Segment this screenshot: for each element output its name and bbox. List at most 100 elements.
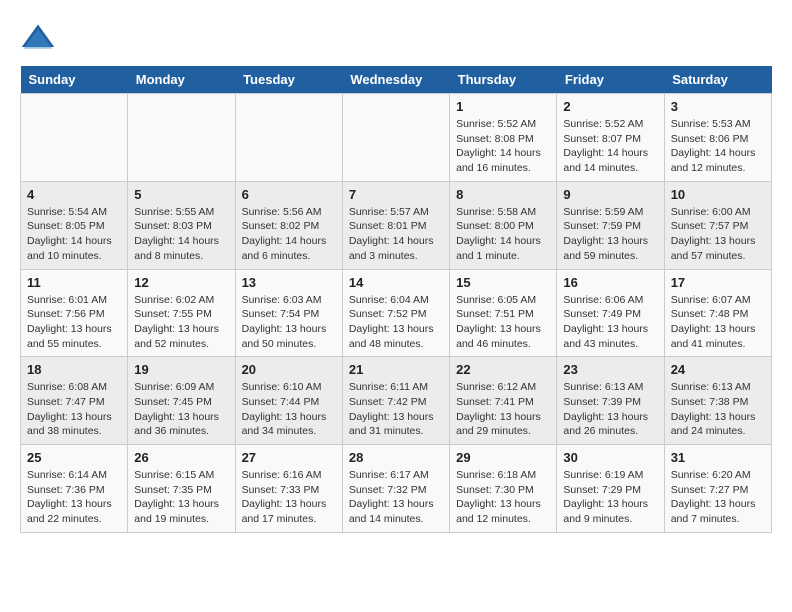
day-info: Sunrise: 6:18 AM Sunset: 7:30 PM Dayligh… <box>456 468 550 527</box>
weekday-header-monday: Monday <box>128 66 235 94</box>
day-cell: 31 Sunrise: 6:20 AM Sunset: 7:27 PM Dayli… <box>664 445 771 533</box>
day-cell: 29 Sunrise: 6:18 AM Sunset: 7:30 PM Dayli… <box>450 445 557 533</box>
logo-icon <box>20 20 56 56</box>
day-number: 20 <box>242 362 336 377</box>
day-cell: 6 Sunrise: 5:56 AM Sunset: 8:02 PM Daylig… <box>235 181 342 269</box>
day-number: 5 <box>134 187 228 202</box>
day-cell: 30Sunrise: 6:19 AM Sunset: 7:29 PM Dayli… <box>557 445 664 533</box>
day-number: 14 <box>349 275 443 290</box>
day-cell: 16 Sunrise: 6:06 AM Sunset: 7:49 PM Dayli… <box>557 269 664 357</box>
day-info: Sunrise: 6:20 AM Sunset: 7:27 PM Dayligh… <box>671 468 765 527</box>
day-cell: 19Sunrise: 6:09 AM Sunset: 7:45 PM Dayli… <box>128 357 235 445</box>
day-info: Sunrise: 6:13 AM Sunset: 7:39 PM Dayligh… <box>563 380 657 439</box>
day-cell: 9 Sunrise: 5:59 AM Sunset: 7:59 PM Daylig… <box>557 181 664 269</box>
day-number: 3 <box>671 99 765 114</box>
day-info: Sunrise: 6:04 AM Sunset: 7:52 PM Dayligh… <box>349 293 443 352</box>
day-number: 17 <box>671 275 765 290</box>
day-info: Sunrise: 5:56 AM Sunset: 8:02 PM Dayligh… <box>242 205 336 264</box>
day-number: 9 <box>563 187 657 202</box>
day-number: 6 <box>242 187 336 202</box>
day-cell <box>235 94 342 182</box>
day-cell: 8Sunrise: 5:58 AM Sunset: 8:00 PM Daylig… <box>450 181 557 269</box>
week-row-3: 11Sunrise: 6:01 AM Sunset: 7:56 PM Dayli… <box>21 269 772 357</box>
page-header <box>20 20 772 56</box>
day-info: Sunrise: 5:55 AM Sunset: 8:03 PM Dayligh… <box>134 205 228 264</box>
day-cell: 21 Sunrise: 6:11 AM Sunset: 7:42 PM Dayli… <box>342 357 449 445</box>
day-cell: 14 Sunrise: 6:04 AM Sunset: 7:52 PM Dayli… <box>342 269 449 357</box>
day-info: Sunrise: 6:16 AM Sunset: 7:33 PM Dayligh… <box>242 468 336 527</box>
day-number: 23 <box>563 362 657 377</box>
day-cell: 22Sunrise: 6:12 AM Sunset: 7:41 PM Dayli… <box>450 357 557 445</box>
day-cell: 26 Sunrise: 6:15 AM Sunset: 7:35 PM Dayli… <box>128 445 235 533</box>
day-number: 7 <box>349 187 443 202</box>
day-info: Sunrise: 6:02 AM Sunset: 7:55 PM Dayligh… <box>134 293 228 352</box>
day-number: 19 <box>134 362 228 377</box>
weekday-header-tuesday: Tuesday <box>235 66 342 94</box>
day-cell: 28Sunrise: 6:17 AM Sunset: 7:32 PM Dayli… <box>342 445 449 533</box>
day-cell: 4 Sunrise: 5:54 AM Sunset: 8:05 PM Daylig… <box>21 181 128 269</box>
calendar-table: SundayMondayTuesdayWednesdayThursdayFrid… <box>20 66 772 533</box>
day-number: 21 <box>349 362 443 377</box>
weekday-header-friday: Friday <box>557 66 664 94</box>
weekday-header-row: SundayMondayTuesdayWednesdayThursdayFrid… <box>21 66 772 94</box>
day-info: Sunrise: 6:08 AM Sunset: 7:47 PM Dayligh… <box>27 380 121 439</box>
weekday-header-wednesday: Wednesday <box>342 66 449 94</box>
weekday-header-thursday: Thursday <box>450 66 557 94</box>
day-cell: 12 Sunrise: 6:02 AM Sunset: 7:55 PM Dayli… <box>128 269 235 357</box>
day-number: 4 <box>27 187 121 202</box>
day-info: Sunrise: 5:53 AM Sunset: 8:06 PM Dayligh… <box>671 117 765 176</box>
day-info: Sunrise: 6:07 AM Sunset: 7:48 PM Dayligh… <box>671 293 765 352</box>
week-row-4: 18 Sunrise: 6:08 AM Sunset: 7:47 PM Dayli… <box>21 357 772 445</box>
day-cell: 23 Sunrise: 6:13 AM Sunset: 7:39 PM Dayli… <box>557 357 664 445</box>
day-info: Sunrise: 5:57 AM Sunset: 8:01 PM Dayligh… <box>349 205 443 264</box>
day-number: 27 <box>242 450 336 465</box>
day-number: 18 <box>27 362 121 377</box>
day-info: Sunrise: 6:05 AM Sunset: 7:51 PM Dayligh… <box>456 293 550 352</box>
day-cell: 24 Sunrise: 6:13 AM Sunset: 7:38 PM Dayli… <box>664 357 771 445</box>
day-info: Sunrise: 6:11 AM Sunset: 7:42 PM Dayligh… <box>349 380 443 439</box>
day-number: 25 <box>27 450 121 465</box>
day-number: 16 <box>563 275 657 290</box>
day-info: Sunrise: 5:52 AM Sunset: 8:07 PM Dayligh… <box>563 117 657 176</box>
day-info: Sunrise: 6:10 AM Sunset: 7:44 PM Dayligh… <box>242 380 336 439</box>
day-cell: 17 Sunrise: 6:07 AM Sunset: 7:48 PM Dayli… <box>664 269 771 357</box>
day-info: Sunrise: 6:13 AM Sunset: 7:38 PM Dayligh… <box>671 380 765 439</box>
day-cell: 7 Sunrise: 5:57 AM Sunset: 8:01 PM Daylig… <box>342 181 449 269</box>
day-cell: 25 Sunrise: 6:14 AM Sunset: 7:36 PM Dayli… <box>21 445 128 533</box>
weekday-header-sunday: Sunday <box>21 66 128 94</box>
week-row-1: 1Sunrise: 5:52 AM Sunset: 8:08 PM Daylig… <box>21 94 772 182</box>
day-number: 10 <box>671 187 765 202</box>
day-number: 15 <box>456 275 550 290</box>
day-info: Sunrise: 5:59 AM Sunset: 7:59 PM Dayligh… <box>563 205 657 264</box>
day-cell: 10 Sunrise: 6:00 AM Sunset: 7:57 PM Dayli… <box>664 181 771 269</box>
day-cell <box>128 94 235 182</box>
day-number: 13 <box>242 275 336 290</box>
day-cell: 20 Sunrise: 6:10 AM Sunset: 7:44 PM Dayli… <box>235 357 342 445</box>
day-number: 12 <box>134 275 228 290</box>
day-number: 11 <box>27 275 121 290</box>
day-number: 28 <box>349 450 443 465</box>
day-info: Sunrise: 5:52 AM Sunset: 8:08 PM Dayligh… <box>456 117 550 176</box>
day-info: Sunrise: 6:00 AM Sunset: 7:57 PM Dayligh… <box>671 205 765 264</box>
day-number: 29 <box>456 450 550 465</box>
week-row-5: 25 Sunrise: 6:14 AM Sunset: 7:36 PM Dayli… <box>21 445 772 533</box>
day-info: Sunrise: 6:15 AM Sunset: 7:35 PM Dayligh… <box>134 468 228 527</box>
day-info: Sunrise: 5:54 AM Sunset: 8:05 PM Dayligh… <box>27 205 121 264</box>
day-info: Sunrise: 6:06 AM Sunset: 7:49 PM Dayligh… <box>563 293 657 352</box>
day-info: Sunrise: 6:03 AM Sunset: 7:54 PM Dayligh… <box>242 293 336 352</box>
day-cell <box>342 94 449 182</box>
day-number: 30 <box>563 450 657 465</box>
day-cell: 3 Sunrise: 5:53 AM Sunset: 8:06 PM Daylig… <box>664 94 771 182</box>
day-number: 31 <box>671 450 765 465</box>
weekday-header-saturday: Saturday <box>664 66 771 94</box>
day-info: Sunrise: 6:12 AM Sunset: 7:41 PM Dayligh… <box>456 380 550 439</box>
day-cell: 2Sunrise: 5:52 AM Sunset: 8:07 PM Daylig… <box>557 94 664 182</box>
day-number: 24 <box>671 362 765 377</box>
day-info: Sunrise: 6:14 AM Sunset: 7:36 PM Dayligh… <box>27 468 121 527</box>
day-number: 26 <box>134 450 228 465</box>
week-row-2: 4 Sunrise: 5:54 AM Sunset: 8:05 PM Daylig… <box>21 181 772 269</box>
day-cell: 27 Sunrise: 6:16 AM Sunset: 7:33 PM Dayli… <box>235 445 342 533</box>
day-cell: 18 Sunrise: 6:08 AM Sunset: 7:47 PM Dayli… <box>21 357 128 445</box>
day-cell: 15 Sunrise: 6:05 AM Sunset: 7:51 PM Dayli… <box>450 269 557 357</box>
day-info: Sunrise: 5:58 AM Sunset: 8:00 PM Dayligh… <box>456 205 550 264</box>
